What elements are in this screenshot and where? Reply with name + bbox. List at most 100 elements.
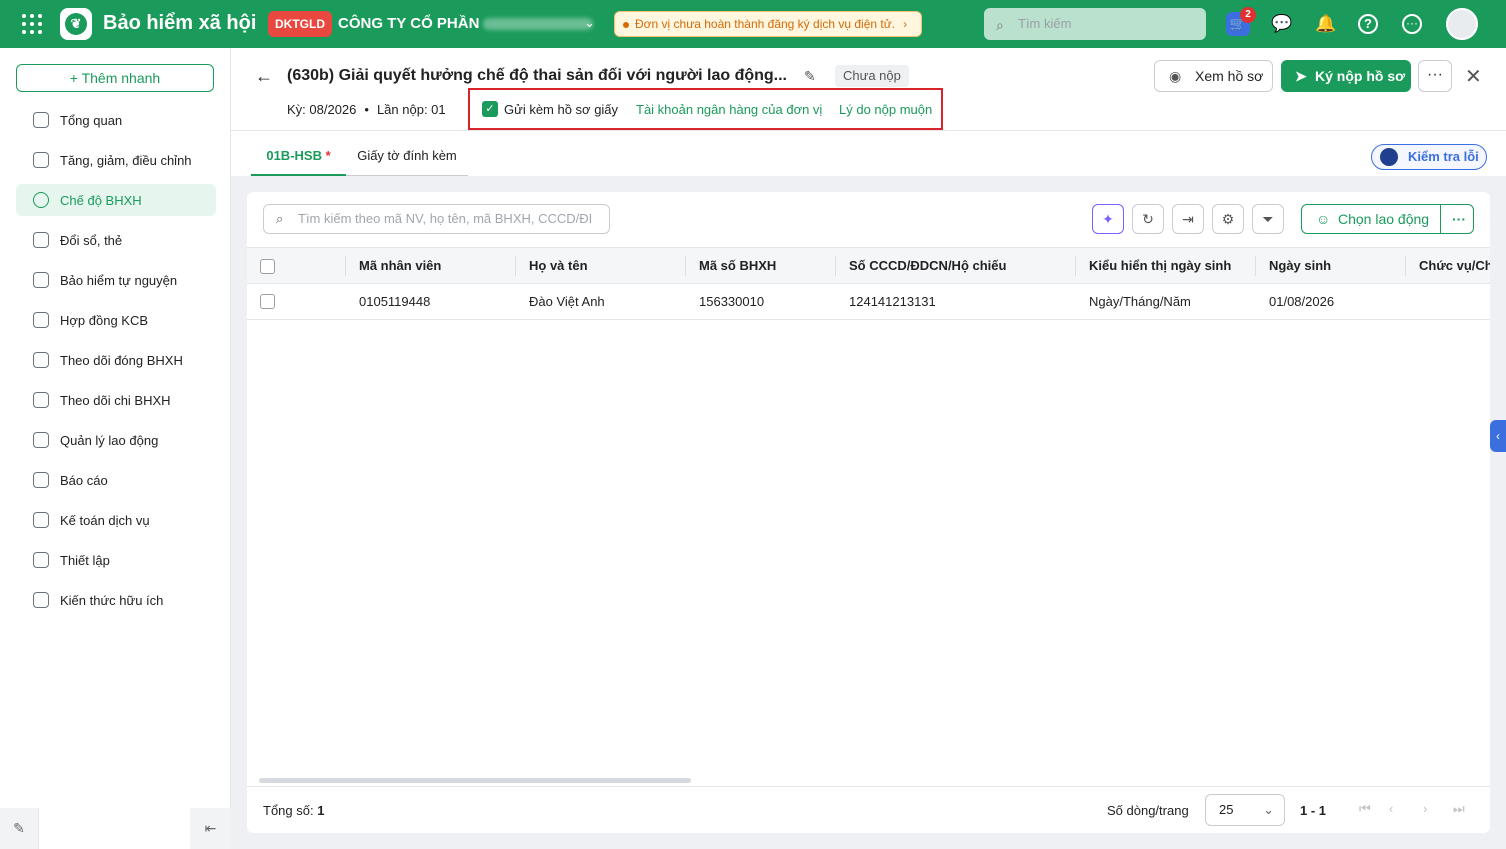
column-divider	[835, 256, 836, 276]
document-header: ← (630b) Giải quyết hưởng chế độ thai sả…	[231, 48, 1506, 176]
sidebar-item[interactable]: Tổng quan	[16, 104, 216, 136]
column-divider	[1405, 256, 1406, 276]
column-divider	[1255, 256, 1256, 276]
more-apps-icon[interactable]: ···	[1402, 14, 1422, 34]
sidebar-item[interactable]: Quản lý lao động	[16, 424, 216, 456]
expand-panel-icon[interactable]: ‹	[1490, 420, 1506, 452]
view-file-button[interactable]: ◉ Xem hồ sơ	[1154, 60, 1273, 92]
social-insurance-number: 156330010	[699, 294, 765, 309]
chat-icon[interactable]: 💬	[1270, 12, 1294, 36]
search-icon: ⌕	[996, 17, 1004, 33]
table-search-placeholder: Tìm kiếm theo mã NV, họ tên, mã BHXH, CC…	[298, 211, 593, 226]
column-header[interactable]: Mã nhân viên	[359, 248, 441, 283]
page-range: 1 - 1	[1300, 803, 1327, 818]
late-reason-link[interactable]: Lý do nộp muộn	[839, 102, 932, 117]
sidebar-item[interactable]: Bảo hiểm tự nguyện	[16, 264, 216, 296]
attach-paper-label[interactable]: Gửi kèm hồ sơ giấy	[504, 102, 618, 117]
rows-per-page-label: Số dòng/trang	[1107, 803, 1189, 818]
global-search-placeholder: Tìm kiếm	[1018, 16, 1072, 31]
close-icon[interactable]: ✕	[1465, 64, 1482, 89]
settings-gear-icon[interactable]: ⚙	[1212, 204, 1244, 234]
bank-account-link[interactable]: Tài khoản ngân hàng của đơn vị	[636, 102, 822, 117]
shield-icon	[33, 272, 49, 288]
column-header[interactable]: Họ và tên	[529, 248, 588, 283]
rows-per-page-value: 25	[1219, 802, 1234, 817]
total-label: Tổng số:	[263, 803, 314, 818]
tab-01b-hsb[interactable]: 01B-HSB *	[251, 142, 346, 176]
attach-paper-checkbox[interactable]: ✓	[482, 101, 498, 117]
first-page-icon[interactable]: ⏮	[1359, 801, 1371, 817]
sidebar-item-label: Theo dõi chi BHXH	[60, 392, 171, 408]
user-adjust-icon	[33, 152, 49, 168]
service-notice[interactable]: Đơn vị chưa hoàn thành đăng ký dịch vụ đ…	[614, 11, 922, 37]
table-row[interactable]: 0105119448 Đào Việt Anh 156330010 124141…	[247, 284, 1490, 320]
column-header[interactable]: Số CCCD/ĐDCN/Hộ chiếu	[849, 248, 1006, 283]
sidebar-item-label: Đổi sổ, thẻ	[60, 232, 123, 248]
company-selector[interactable]: CÔNG TY CỔ PHẦN	[338, 15, 594, 32]
sidebar-item[interactable]: Kiến thức hữu ích	[16, 584, 216, 616]
horizontal-scrollbar[interactable]	[259, 778, 691, 783]
quick-add-button[interactable]: + Thêm nhanh	[16, 64, 214, 92]
column-header[interactable]: Mã số BHXH	[699, 248, 776, 283]
column-divider	[345, 256, 346, 276]
sidebar-item[interactable]: Thiết lập	[16, 544, 216, 576]
chevron-down-icon[interactable]: ⌄	[584, 15, 595, 31]
total-count: Tổng số: 1	[263, 803, 324, 818]
help-icon[interactable]: ?	[1358, 14, 1378, 34]
calendar-icon	[33, 352, 49, 368]
sidebar-item-label: Theo dõi đóng BHXH	[60, 352, 183, 368]
warning-dot-icon	[623, 21, 629, 28]
column-header[interactable]: Ngày sinh	[1269, 248, 1331, 283]
sidebar-item[interactable]: Kế toán dịch vụ	[16, 504, 216, 536]
ai-sparkle-icon[interactable]: ✦	[1092, 204, 1124, 234]
collapse-sidebar-icon[interactable]: ⇤	[190, 808, 231, 849]
export-icon[interactable]: ⇥	[1172, 204, 1204, 234]
sidebar-item[interactable]: Hợp đồng KCB	[16, 304, 216, 336]
sign-submit-button[interactable]: ➤ Ký nộp hồ sơ	[1281, 60, 1411, 92]
home-icon	[33, 112, 49, 128]
sidebar-item[interactable]: Chế độ BHXH	[16, 184, 216, 216]
table-search-input[interactable]: ⌕ Tìm kiếm theo mã NV, họ tên, mã BHXH, C…	[263, 204, 610, 234]
next-page-icon[interactable]: ›	[1423, 801, 1427, 816]
global-search-input[interactable]: ⌕ Tìm kiếm	[984, 8, 1206, 40]
robot-icon	[1380, 148, 1398, 166]
rows-per-page-select[interactable]: 25 ⌄	[1205, 794, 1285, 826]
eye-icon: ◉	[1169, 68, 1182, 84]
last-page-icon[interactable]: ⏭	[1453, 801, 1465, 817]
required-mark: *	[325, 148, 331, 163]
prev-page-icon[interactable]: ‹	[1389, 801, 1393, 816]
refresh-icon[interactable]: ↻	[1132, 204, 1164, 234]
tab-attachments[interactable]: Giấy tờ đính kèm	[346, 142, 468, 176]
user-icon: ☺	[1316, 211, 1331, 227]
row-checkbox[interactable]	[260, 294, 275, 309]
chevron-right-icon: ›	[903, 17, 908, 31]
check-errors-button[interactable]: Kiểm tra lỗi	[1371, 144, 1487, 170]
select-all-checkbox[interactable]	[260, 259, 275, 274]
quick-add-label: Thêm nhanh	[81, 70, 161, 86]
sidebar-item[interactable]: Báo cáo	[16, 464, 216, 496]
edit-icon[interactable]: ✎	[0, 808, 39, 849]
back-arrow-icon[interactable]: ←	[255, 66, 273, 87]
users-icon	[33, 432, 49, 448]
status-badge: Chưa nộp	[835, 65, 909, 87]
app-title: Bảo hiểm xã hội	[103, 12, 257, 34]
app-grid-icon[interactable]	[22, 14, 42, 34]
filter-icon[interactable]: ⏷	[1252, 204, 1284, 234]
app-logo: ❦	[60, 8, 92, 40]
pencil-icon[interactable]: ✎	[804, 68, 816, 85]
choose-more-icon[interactable]: ···	[1452, 205, 1466, 233]
page-title: (630b) Giải quyết hưởng chế độ thai sản …	[287, 67, 787, 84]
sidebar-item[interactable]: Đổi sổ, thẻ	[16, 224, 216, 256]
column-header[interactable]: Kiểu hiển thị ngày sinh	[1089, 248, 1231, 283]
sidebar-item[interactable]: Theo dõi đóng BHXH	[16, 344, 216, 376]
sidebar-item[interactable]: Tăng, giảm, điều chỉnh	[16, 144, 216, 176]
full-name: Đào Việt Anh	[529, 294, 605, 309]
bell-icon[interactable]: 🔔	[1314, 12, 1338, 36]
sidebar-item[interactable]: Theo dõi chi BHXH	[16, 384, 216, 416]
highlight-box: ✓ Gửi kèm hồ sơ giấy Tài khoản ngân hàng…	[468, 88, 943, 130]
avatar[interactable]	[1446, 8, 1478, 40]
more-options-button[interactable]: ···	[1418, 60, 1452, 92]
column-header[interactable]: Chức vụ/Ch	[1419, 248, 1490, 283]
choose-employee-button[interactable]: ☺ Chọn lao động ···	[1301, 204, 1474, 234]
choose-employee-label: Chọn lao động	[1338, 211, 1430, 227]
